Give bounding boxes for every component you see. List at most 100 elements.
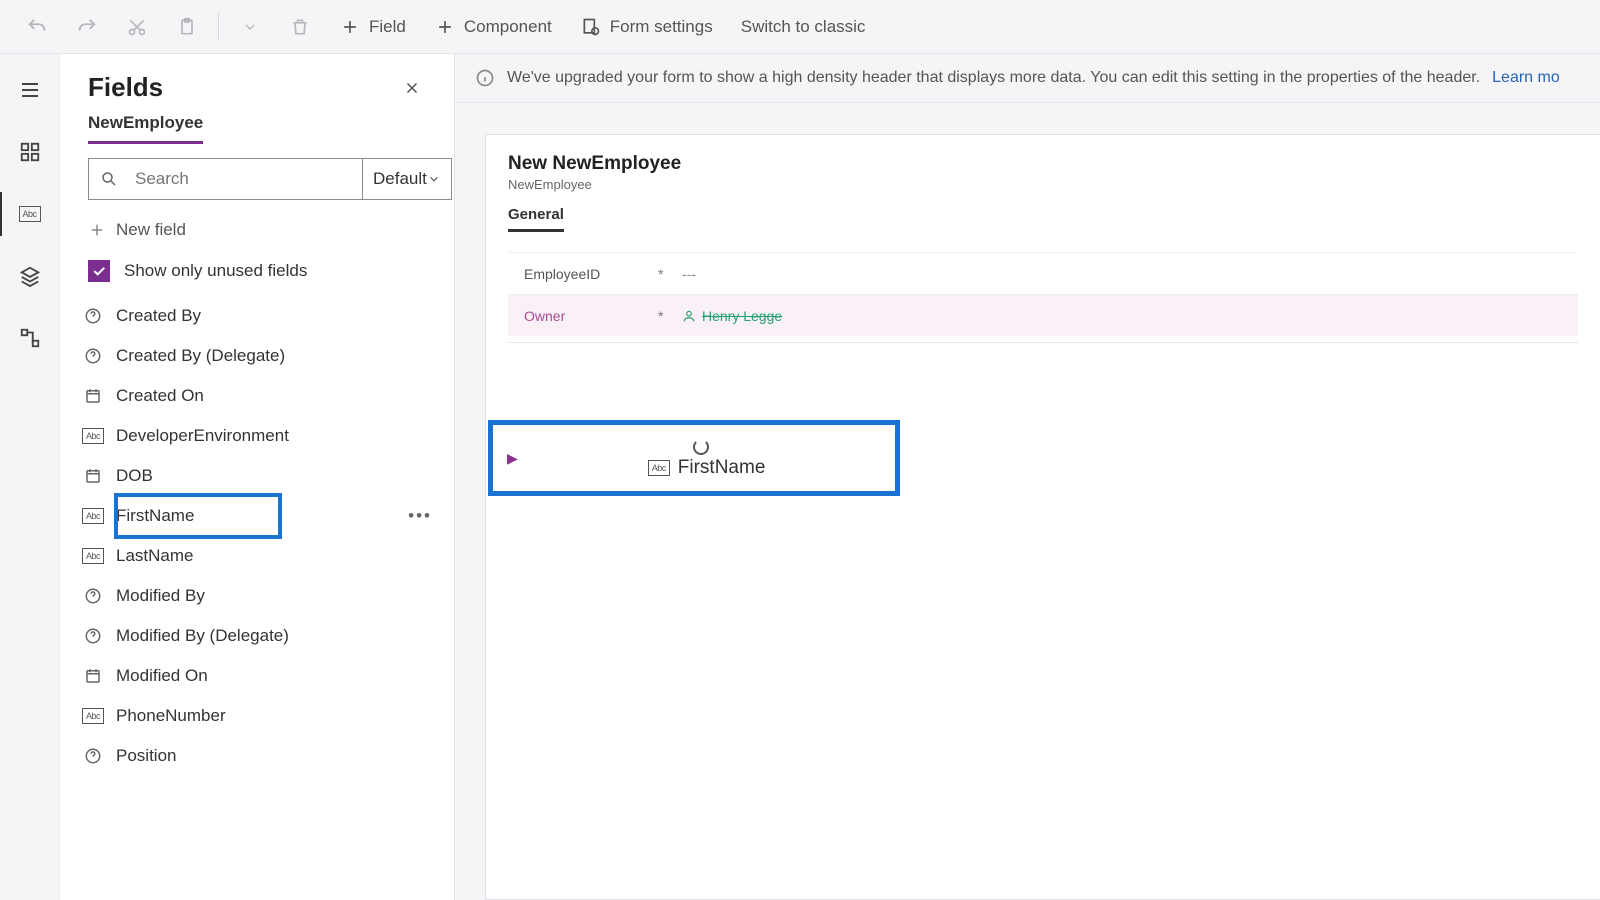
field-type-icon bbox=[82, 385, 104, 407]
field-label: Created By bbox=[116, 306, 201, 326]
field-label: Created By (Delegate) bbox=[116, 346, 285, 366]
field-row[interactable]: Modified By (Delegate) bbox=[60, 616, 454, 656]
form-field-value: Henry Legge bbox=[674, 308, 782, 324]
text-field-icon: Abc bbox=[19, 206, 41, 222]
close-panel-button[interactable] bbox=[398, 74, 426, 102]
form-field-row[interactable]: Owner* Henry Legge bbox=[508, 294, 1578, 336]
text-field-icon: Abc bbox=[648, 460, 670, 476]
field-label: DeveloperEnvironment bbox=[116, 426, 289, 446]
search-input[interactable] bbox=[129, 169, 362, 189]
field-row[interactable]: Created By bbox=[60, 296, 454, 336]
form-field-value: --- bbox=[674, 266, 696, 282]
field-list: Created By Created By (Delegate) Created O… bbox=[60, 296, 454, 900]
field-type-icon bbox=[82, 665, 104, 687]
undo-icon bbox=[26, 16, 48, 38]
form-subtitle: NewEmployee bbox=[508, 177, 1578, 192]
form-settings-icon bbox=[580, 16, 602, 38]
rail-fields[interactable]: Abc bbox=[12, 196, 48, 232]
field-label: Modified On bbox=[116, 666, 208, 686]
paste-icon bbox=[176, 16, 198, 38]
fields-panel-title: Fields bbox=[88, 72, 163, 103]
field-type-icon bbox=[82, 585, 104, 607]
field-label: PhoneNumber bbox=[116, 706, 226, 726]
show-unused-label: Show only unused fields bbox=[124, 261, 307, 281]
new-field-button[interactable]: New field bbox=[60, 206, 454, 254]
chevron-down-button[interactable] bbox=[229, 7, 271, 47]
form-title: New NewEmployee bbox=[508, 153, 1578, 175]
delete-button[interactable] bbox=[279, 7, 321, 47]
form-settings-button[interactable]: Form settings bbox=[570, 7, 723, 47]
field-row[interactable]: Abc FirstName ••• bbox=[60, 496, 454, 536]
field-type-icon: Abc bbox=[82, 545, 104, 567]
left-rail: Abc bbox=[0, 54, 60, 900]
undo-button[interactable] bbox=[16, 7, 58, 47]
field-type-icon: Abc bbox=[82, 505, 104, 527]
learn-more-link[interactable]: Learn mo bbox=[1492, 69, 1560, 87]
required-indicator: * bbox=[658, 266, 674, 282]
fields-panel: Fields NewEmployee Default New field Sho… bbox=[60, 54, 455, 900]
info-bar: We've upgraded your form to show a high … bbox=[455, 54, 1600, 103]
trash-icon bbox=[289, 16, 311, 38]
field-label: Created On bbox=[116, 386, 204, 406]
chevron-down-icon bbox=[427, 172, 441, 186]
field-type-icon bbox=[82, 305, 104, 327]
form-field-label: Owner bbox=[508, 308, 658, 324]
filter-value: Default bbox=[373, 169, 427, 189]
cut-icon bbox=[126, 16, 148, 38]
field-row[interactable]: Created By (Delegate) bbox=[60, 336, 454, 376]
grab-cursor-icon bbox=[693, 439, 709, 455]
field-row[interactable]: Abc PhoneNumber bbox=[60, 696, 454, 736]
form-field-row[interactable]: EmployeeID* --- bbox=[508, 252, 1578, 294]
rail-hamburger[interactable] bbox=[12, 72, 48, 108]
field-type-icon: Abc bbox=[82, 425, 104, 447]
rail-tree[interactable] bbox=[12, 320, 48, 356]
field-more-button[interactable]: ••• bbox=[408, 506, 432, 526]
show-unused-checkbox[interactable] bbox=[88, 260, 110, 282]
field-row[interactable]: Modified On bbox=[60, 656, 454, 696]
filter-dropdown[interactable]: Default bbox=[362, 158, 452, 200]
search-field-wrap bbox=[88, 158, 362, 200]
field-row[interactable]: DOB bbox=[60, 456, 454, 496]
search-icon bbox=[89, 170, 129, 188]
switch-classic-label: Switch to classic bbox=[741, 17, 866, 37]
check-icon bbox=[91, 263, 107, 279]
field-label: Position bbox=[116, 746, 176, 766]
plus-icon bbox=[339, 16, 361, 38]
form-tab-general[interactable]: General bbox=[508, 206, 564, 232]
redo-icon bbox=[76, 16, 98, 38]
field-row[interactable]: Abc DeveloperEnvironment bbox=[60, 416, 454, 456]
drag-chip-label: FirstName bbox=[678, 457, 766, 479]
field-row[interactable]: Created On bbox=[60, 376, 454, 416]
rail-layers[interactable] bbox=[12, 258, 48, 294]
add-field-label: Field bbox=[369, 17, 406, 37]
field-type-icon bbox=[82, 745, 104, 767]
redo-button[interactable] bbox=[66, 7, 108, 47]
field-type-icon: Abc bbox=[82, 705, 104, 727]
paste-button[interactable] bbox=[166, 7, 208, 47]
cut-button[interactable] bbox=[116, 7, 158, 47]
plus-icon bbox=[88, 221, 106, 239]
field-row[interactable]: Position bbox=[60, 736, 454, 776]
info-text: We've upgraded your form to show a high … bbox=[507, 69, 1480, 87]
info-icon bbox=[475, 68, 495, 88]
form-section: EmployeeID* ---Owner* Henry Legge bbox=[508, 252, 1578, 343]
field-type-icon bbox=[82, 625, 104, 647]
entity-tab[interactable]: NewEmployee bbox=[88, 113, 203, 144]
field-type-icon bbox=[82, 345, 104, 367]
form-surface[interactable]: New NewEmployee NewEmployee General Empl… bbox=[485, 134, 1600, 900]
add-component-button[interactable]: Component bbox=[424, 7, 562, 47]
field-row[interactable]: Abc LastName bbox=[60, 536, 454, 576]
field-label: Modified By (Delegate) bbox=[116, 626, 289, 646]
form-field-label: EmployeeID bbox=[508, 266, 658, 282]
field-label: LastName bbox=[116, 546, 193, 566]
field-row[interactable]: Modified By bbox=[60, 576, 454, 616]
add-field-button[interactable]: Field bbox=[329, 7, 416, 47]
insert-arrow-icon: ▶ bbox=[507, 450, 518, 467]
chevron-down-icon bbox=[239, 16, 261, 38]
rail-components[interactable] bbox=[12, 134, 48, 170]
field-label: FirstName bbox=[116, 506, 194, 526]
required-indicator: * bbox=[658, 308, 674, 324]
form-settings-label: Form settings bbox=[610, 17, 713, 37]
switch-classic-button[interactable]: Switch to classic bbox=[731, 7, 876, 47]
plus-icon bbox=[434, 16, 456, 38]
